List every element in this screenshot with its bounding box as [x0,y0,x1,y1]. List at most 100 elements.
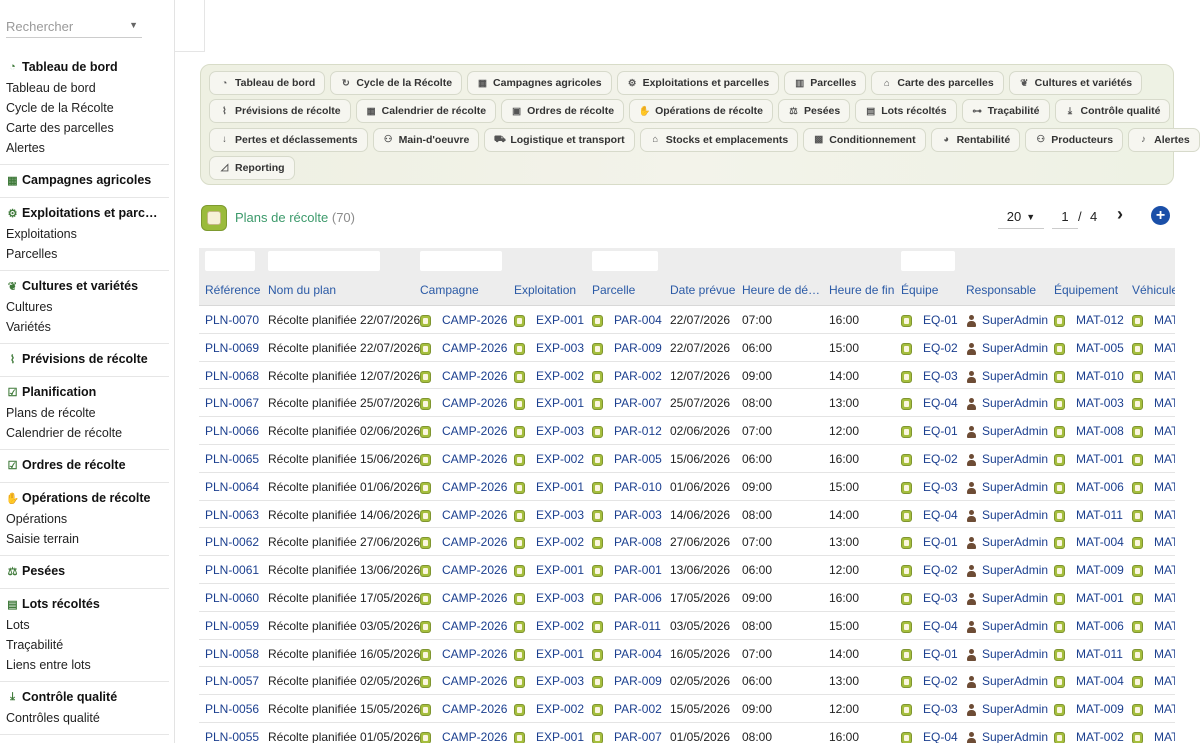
responsable-link[interactable]: SuperAdmin [982,730,1048,743]
parcelle-link[interactable]: PAR-009 [614,674,662,688]
parcelle-link[interactable]: PAR-002 [614,702,662,716]
vehicule-link[interactable]: MAT [1154,452,1175,466]
exploitation-link[interactable]: EXP-002 [536,369,584,383]
reference-link[interactable]: PLN-0066 [205,424,259,438]
sidebar-item-varietes[interactable]: Variétés [0,317,169,337]
col-date-prevue[interactable]: Date prévue [670,283,735,297]
exploitation-link[interactable]: EXP-003 [536,591,584,605]
table-row[interactable]: PLN-0068 Récolte planifiée 12/07/2026 CAMP… [199,362,1175,390]
nav-button-producteurs[interactable]: ⚇ Producteurs [1025,127,1124,152]
nav-button-stocks-et-emplacements[interactable]: ⌂ Stocks et emplacements [639,127,799,152]
vehicule-link[interactable]: MAT [1154,674,1175,688]
table-row[interactable]: PLN-0060 Récolte planifiée 17/05/2026 CAMP… [199,584,1175,612]
col-vehicule[interactable]: Véhicule [1132,283,1175,297]
reference-link[interactable]: PLN-0061 [205,563,259,577]
responsable-link[interactable]: SuperAdmin [982,702,1048,716]
col-reference[interactable]: Référence [205,283,260,297]
sidebar-group-header[interactable]: ⌇ Prévisions de récolte [0,348,169,370]
search-select[interactable]: Rechercher ▼ [6,14,142,38]
table-row[interactable]: PLN-0063 Récolte planifiée 14/06/2026 CAMP… [199,501,1175,529]
campagne-link[interactable]: CAMP-2026 [442,591,507,605]
sidebar-item-liens-entre-lots[interactable]: Liens entre lots [0,655,169,675]
col-parcelle[interactable]: Parcelle [592,283,635,297]
exploitation-link[interactable]: EXP-001 [536,647,584,661]
sidebar-item-cultures[interactable]: Cultures [0,297,169,317]
sidebar-item-exploitations[interactable]: Exploitations [0,224,169,244]
equipement-link[interactable]: MAT-012 [1076,313,1124,327]
reference-link[interactable]: PLN-0068 [205,369,259,383]
nav-button-parcelles[interactable]: ▥ Parcelles [784,71,867,95]
table-row[interactable]: PLN-0070 Récolte planifiée 22/07/2026 CAMP… [199,306,1175,334]
vehicule-link[interactable]: MAT [1154,424,1175,438]
equipement-link[interactable]: MAT-006 [1076,619,1124,633]
col-exploitation[interactable]: Exploitation [514,283,576,297]
equipe-link[interactable]: EQ-02 [923,674,958,688]
parcelle-link[interactable]: PAR-004 [614,313,662,327]
equipement-link[interactable]: MAT-010 [1076,369,1124,383]
sidebar-group-header[interactable]: ▤ Lots récoltés [0,593,169,615]
filter-nom-du-plan[interactable] [268,251,380,271]
sidebar-item-plans-de-recolte[interactable]: Plans de récolte [0,403,169,423]
parcelle-link[interactable]: PAR-008 [614,535,662,549]
table-row[interactable]: PLN-0057 Récolte planifiée 02/05/2026 CAMP… [199,667,1175,696]
equipement-link[interactable]: MAT-009 [1076,563,1124,577]
parcelle-link[interactable]: PAR-009 [614,341,662,355]
equipe-link[interactable]: EQ-01 [923,424,958,438]
campagne-link[interactable]: CAMP-2026 [442,535,507,549]
responsable-link[interactable]: SuperAdmin [982,619,1048,633]
parcelle-link[interactable]: PAR-003 [614,508,662,522]
col-heure-debut[interactable]: Heure de dé… [742,283,826,297]
reference-link[interactable]: PLN-0055 [205,730,259,743]
parcelle-link[interactable]: PAR-002 [614,369,662,383]
equipement-link[interactable]: MAT-004 [1076,535,1124,549]
sidebar-group-header[interactable]: ☑ Planification [0,381,169,403]
responsable-link[interactable]: SuperAdmin [982,647,1048,661]
equipe-link[interactable]: EQ-04 [923,619,958,633]
equipement-link[interactable]: MAT-011 [1076,508,1123,522]
parcelle-link[interactable]: PAR-007 [614,730,662,743]
table-row[interactable]: PLN-0061 Récolte planifiée 13/06/2026 CAMP… [199,556,1175,584]
sidebar-group-header[interactable]: ✋ Opérations de récolte [0,487,169,509]
equipement-link[interactable]: MAT-011 [1076,647,1123,661]
equipe-link[interactable]: EQ-04 [923,396,958,410]
vehicule-link[interactable]: MAT [1154,369,1175,383]
table-row[interactable]: PLN-0062 Récolte planifiée 27/06/2026 CAMP… [199,528,1175,557]
sidebar-item-cycle-de-la-recolte[interactable]: Cycle de la Récolte [0,98,169,118]
col-equipe[interactable]: Équipe [901,283,938,297]
table-row[interactable]: PLN-0064 Récolte planifiée 01/06/2026 CAMP… [199,473,1175,501]
campagne-link[interactable]: CAMP-2026 [442,480,507,494]
nav-button-logistique-et-transport[interactable]: ⛟ Logistique et transport [484,127,635,152]
vehicule-link[interactable]: MAT [1154,702,1175,716]
equipement-link[interactable]: MAT-008 [1076,424,1124,438]
nav-button-pesees[interactable]: ⚖ Pesées [778,99,851,124]
responsable-link[interactable]: SuperAdmin [982,452,1048,466]
equipe-link[interactable]: EQ-03 [923,702,958,716]
nav-button-pertes-et-declassements[interactable]: ↓ Pertes et déclassements [209,127,368,152]
table-row[interactable]: PLN-0055 Récolte planifiée 01/05/2026 CAMP… [199,723,1175,743]
nav-button-cultures-et-varietes[interactable]: ❦ Cultures et variétés [1008,71,1143,95]
reference-link[interactable]: PLN-0070 [205,313,259,327]
campagne-link[interactable]: CAMP-2026 [442,674,507,688]
sidebar-item-carte-des-parcelles[interactable]: Carte des parcelles [0,118,169,138]
vehicule-link[interactable]: MAT [1154,619,1175,633]
campagne-link[interactable]: CAMP-2026 [442,730,507,743]
equipe-link[interactable]: EQ-02 [923,563,958,577]
parcelle-link[interactable]: PAR-012 [614,424,662,438]
nav-button-previsions-de-recolte[interactable]: ⌇ Prévisions de récolte [209,99,351,124]
sidebar-item-parcelles[interactable]: Parcelles [0,244,169,264]
filter-parcelle[interactable] [592,251,658,271]
page-size-select[interactable]: 20 ▼ [998,205,1044,229]
col-heure-fin[interactable]: Heure de fin [829,283,894,297]
equipement-link[interactable]: MAT-003 [1076,396,1124,410]
reference-link[interactable]: PLN-0060 [205,591,259,605]
equipement-link[interactable]: MAT-002 [1076,730,1124,743]
vehicule-link[interactable]: MAT [1154,591,1175,605]
reference-link[interactable]: PLN-0069 [205,341,259,355]
exploitation-link[interactable]: EXP-001 [536,396,584,410]
equipement-link[interactable]: MAT-001 [1076,591,1124,605]
equipe-link[interactable]: EQ-02 [923,452,958,466]
equipe-link[interactable]: EQ-01 [923,313,958,327]
page-current-input[interactable]: 1 [1052,205,1078,229]
equipe-link[interactable]: EQ-01 [923,535,958,549]
chevron-down-icon[interactable]: ▼ [129,20,138,30]
